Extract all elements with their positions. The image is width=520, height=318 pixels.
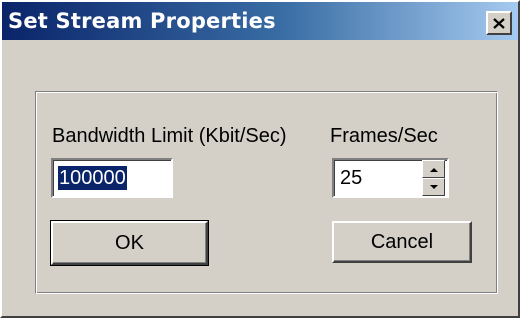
bandwidth-limit-label: Bandwidth Limit (Kbit/Sec) [52, 125, 287, 147]
frames-per-sec-input[interactable]: 25 [332, 158, 449, 198]
ok-button[interactable]: OK [50, 220, 209, 266]
spin-down-button[interactable] [422, 178, 445, 196]
dialog-title: Set Stream Properties [8, 9, 276, 33]
ok-button-label: OK [115, 231, 144, 254]
close-button[interactable] [486, 11, 512, 35]
set-stream-properties-dialog: Set Stream Properties Bandwidth Limit (K… [0, 0, 520, 318]
cancel-button-label: Cancel [370, 230, 434, 253]
close-icon [493, 17, 505, 29]
title-bar[interactable]: Set Stream Properties [2, 2, 518, 40]
frames-per-sec-value: 25 [340, 167, 363, 189]
frames-per-sec-label: Frames/Sec [330, 125, 438, 147]
arrow-up-icon [429, 167, 438, 172]
arrow-down-icon [429, 184, 438, 189]
bandwidth-limit-value: 100000 [58, 166, 127, 190]
bandwidth-limit-input[interactable]: 100000 [51, 158, 173, 198]
spin-up-button[interactable] [422, 160, 445, 178]
frames-per-sec-spinner [422, 160, 445, 196]
cancel-button[interactable]: Cancel [332, 221, 472, 263]
